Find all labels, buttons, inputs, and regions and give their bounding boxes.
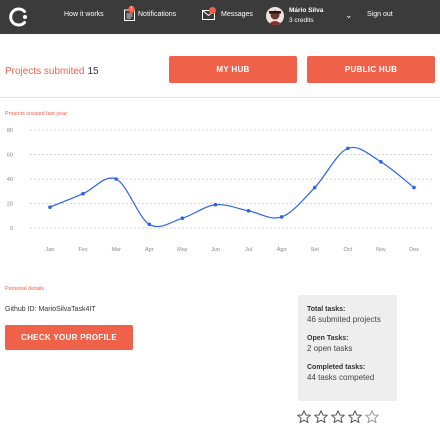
star-icon[interactable] [331,410,345,424]
github-id-value: MarioSilvaTask4IT [38,306,96,313]
task-stats-panel: Total tasks: 46 submited projects Open T… [298,295,397,401]
chart-data-point [246,209,251,213]
star-icon[interactable] [314,410,328,424]
total-tasks-value: 46 submited projects [307,315,381,324]
check-profile-button[interactable]: CHECK YOUR PROFILE [5,325,133,350]
star-outline [348,410,362,424]
x-tick-label: Ago [277,247,287,253]
messages-badge [209,7,216,14]
top-nav-bar: How it works 1 Notifications Messages Má… [0,0,440,34]
star-outline [297,410,311,424]
github-id-label: Github ID: [5,306,37,313]
completed-tasks-title: Completed tasks: [307,364,366,371]
open-tasks-title: Open Tasks: [307,335,349,342]
personal-details-heading: Personal details [5,286,45,292]
avatar[interactable] [266,7,284,25]
completed-tasks-value: 44 tasks competed [307,373,375,382]
x-tick-label: Apr [145,247,154,253]
projects-submitted-count: 15 [87,66,99,77]
logo-icon[interactable] [8,6,30,28]
chart-data-point [147,222,152,227]
projects-line-chart: 0 20 40 60 80 Jan Fev Mar Apr May Jun Jul Ago Set Oct N… [7,128,432,253]
star-icon[interactable] [365,410,379,424]
star-outline [365,410,379,424]
y-tick-label: 0 [10,226,13,232]
chart-data-point [48,205,52,209]
x-tick-label: Jul [245,247,252,253]
how-it-works-link[interactable]: How it works [64,11,104,18]
y-tick-label: 60 [7,153,13,159]
user-credits: 3 credits [289,17,314,24]
star-icon[interactable] [348,410,362,424]
chart-data-point [279,215,284,219]
chart-data-point [213,202,218,207]
public-hub-button[interactable]: PUBLIC HUB [307,56,435,83]
chart-data-point [180,216,185,220]
user-name: Mário Silva [289,7,324,14]
chart-data-point [346,146,350,151]
x-tick-label: Set [311,247,320,253]
user-avatar-icon [268,10,282,25]
x-tick-label: Nov [376,247,386,253]
divider [0,97,440,98]
messages-link[interactable]: Messages [221,11,253,18]
notifications-link[interactable]: Notifications [138,11,176,18]
star-outline [331,410,345,424]
chart-title: Projects created last year [5,111,68,117]
chart-data-point [81,191,85,196]
x-tick-label: Mar [111,247,121,253]
x-tick-label: Oct [344,247,353,253]
x-tick-label: Dez [409,247,419,253]
chart-data-point [379,160,383,164]
star-icon[interactable] [297,410,311,424]
chart-data-point [114,177,118,181]
chart-data-point [312,185,317,190]
y-tick-label: 80 [7,128,13,134]
my-hub-button[interactable]: MY HUB [169,56,297,83]
x-tick-label: May [177,247,188,253]
chevron-down-icon[interactable]: ⌄ [345,11,353,20]
github-id: Github ID: MarioSilvaTask4IT [5,306,96,313]
chart-data-point [412,185,416,190]
x-tick-label: Fev [79,247,88,253]
projects-submitted: Projects submited 15 [5,66,99,77]
chart-series-line [49,146,415,228]
open-tasks-value: 2 open tasks [307,344,353,353]
x-tick-label: Jun [211,247,220,253]
star-outline [314,410,328,424]
sign-out-link[interactable]: Sign out [367,11,393,18]
y-tick-label: 40 [7,177,13,183]
notifications-badge: 1 [128,6,135,13]
projects-submitted-label: Projects submited [5,66,85,77]
x-tick-label: Jan [46,247,55,253]
y-tick-label: 20 [7,202,13,208]
total-tasks-title: Total tasks: [307,306,346,313]
